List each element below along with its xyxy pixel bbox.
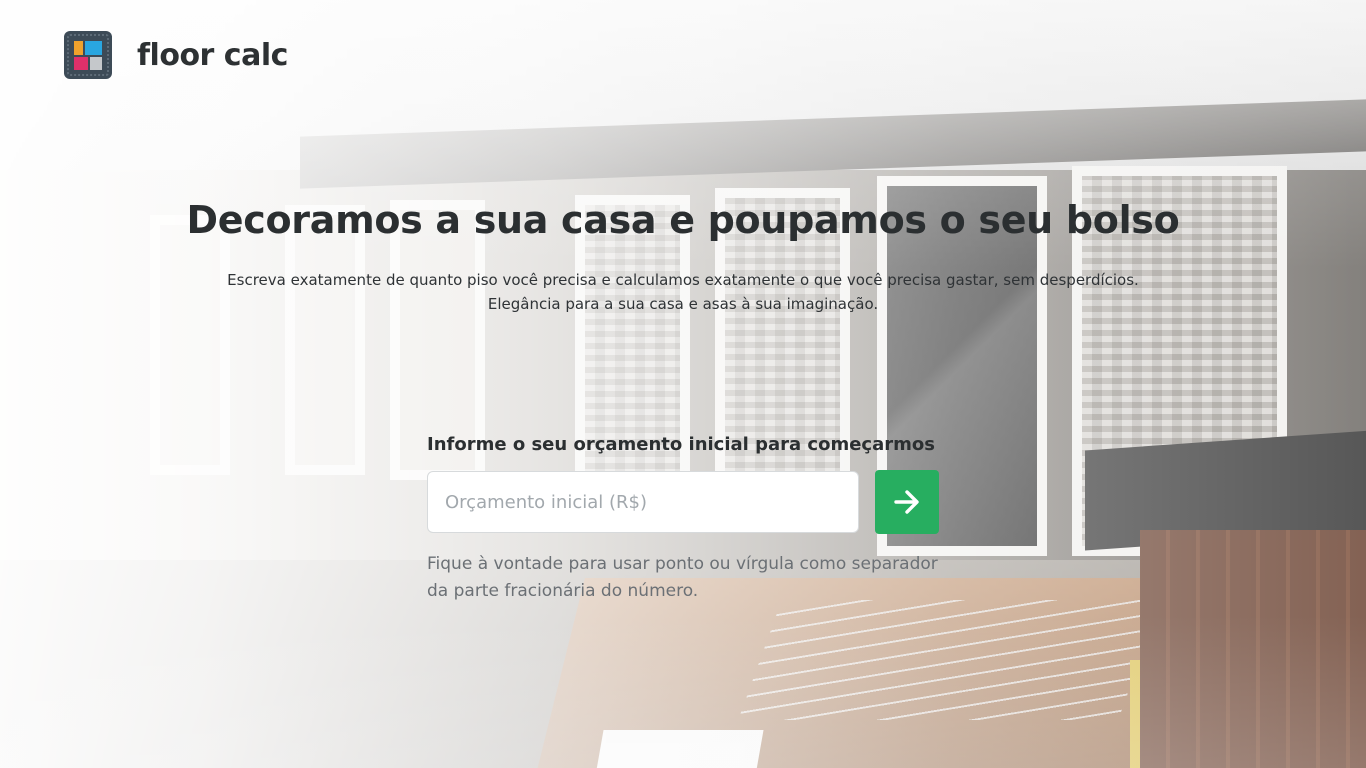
budget-label: Informe o seu orçamento inicial para com… <box>427 434 935 455</box>
tile-mosaic-logo-icon[interactable] <box>64 31 112 79</box>
budget-hint: Fique à vontade para usar ponto ou vírgu… <box>427 551 947 605</box>
submit-budget-button[interactable] <box>875 470 939 534</box>
hero-title: Decoramos a sua casa e poupamos o seu bo… <box>186 198 1180 242</box>
budget-input-row <box>427 470 947 534</box>
hero-subtitle-line-1: Escreva exatamente de quanto piso você p… <box>227 271 1139 289</box>
brand-name[interactable]: floor calc <box>137 38 288 73</box>
budget-input[interactable] <box>427 471 859 533</box>
hero-subtitle: Escreva exatamente de quanto piso você p… <box>0 268 1366 316</box>
budget-hint-line-1: Fique à vontade para usar ponto ou vírgu… <box>427 554 938 574</box>
site-header: floor calc <box>64 31 288 79</box>
landing-page: floor calc Decoramos a sua casa e poupam… <box>0 0 1366 768</box>
arrow-right-icon <box>894 490 919 514</box>
budget-form: Informe o seu orçamento inicial para com… <box>427 434 947 605</box>
budget-hint-line-2: da parte fracionária do número. <box>427 581 699 601</box>
hero-subtitle-line-2: Elegância para a sua casa e asas à sua i… <box>487 295 879 313</box>
